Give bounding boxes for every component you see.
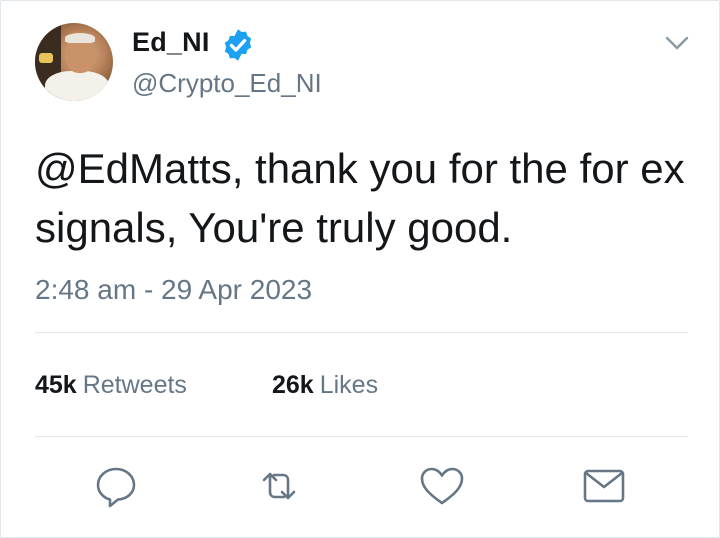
likes-count: 26k xyxy=(272,371,314,399)
avatar-background-detail xyxy=(39,53,53,63)
likes-stat[interactable]: 26k Likes xyxy=(272,371,378,400)
avatar[interactable] xyxy=(35,23,113,101)
likes-label: Likes xyxy=(319,371,379,399)
avatar-shirt xyxy=(45,71,109,101)
retweets-count: 45k xyxy=(35,371,77,399)
tweet-text: @EdMatts, thank you for the for ex signa… xyxy=(35,145,685,251)
tweet-card: Ed_NI @Crypto_Ed_NI @EdMatts, thank you … xyxy=(0,0,720,538)
reply-icon[interactable] xyxy=(91,463,141,509)
tweet-timestamp[interactable]: 2:48 am - 29 Apr 2023 xyxy=(35,274,312,306)
retweets-label: Retweets xyxy=(82,371,187,399)
user-handle[interactable]: @Crypto_Ed_NI xyxy=(132,68,322,99)
chevron-down-icon[interactable] xyxy=(664,34,690,52)
heart-icon[interactable] xyxy=(417,463,467,509)
avatar-hair xyxy=(65,33,95,43)
retweet-icon[interactable] xyxy=(254,463,304,509)
display-name[interactable]: Ed_NI xyxy=(132,27,210,58)
divider xyxy=(35,332,688,333)
verified-badge-icon xyxy=(224,29,252,61)
envelope-icon[interactable] xyxy=(579,463,629,509)
divider xyxy=(35,436,688,437)
retweets-stat[interactable]: 45k Retweets xyxy=(35,371,187,400)
